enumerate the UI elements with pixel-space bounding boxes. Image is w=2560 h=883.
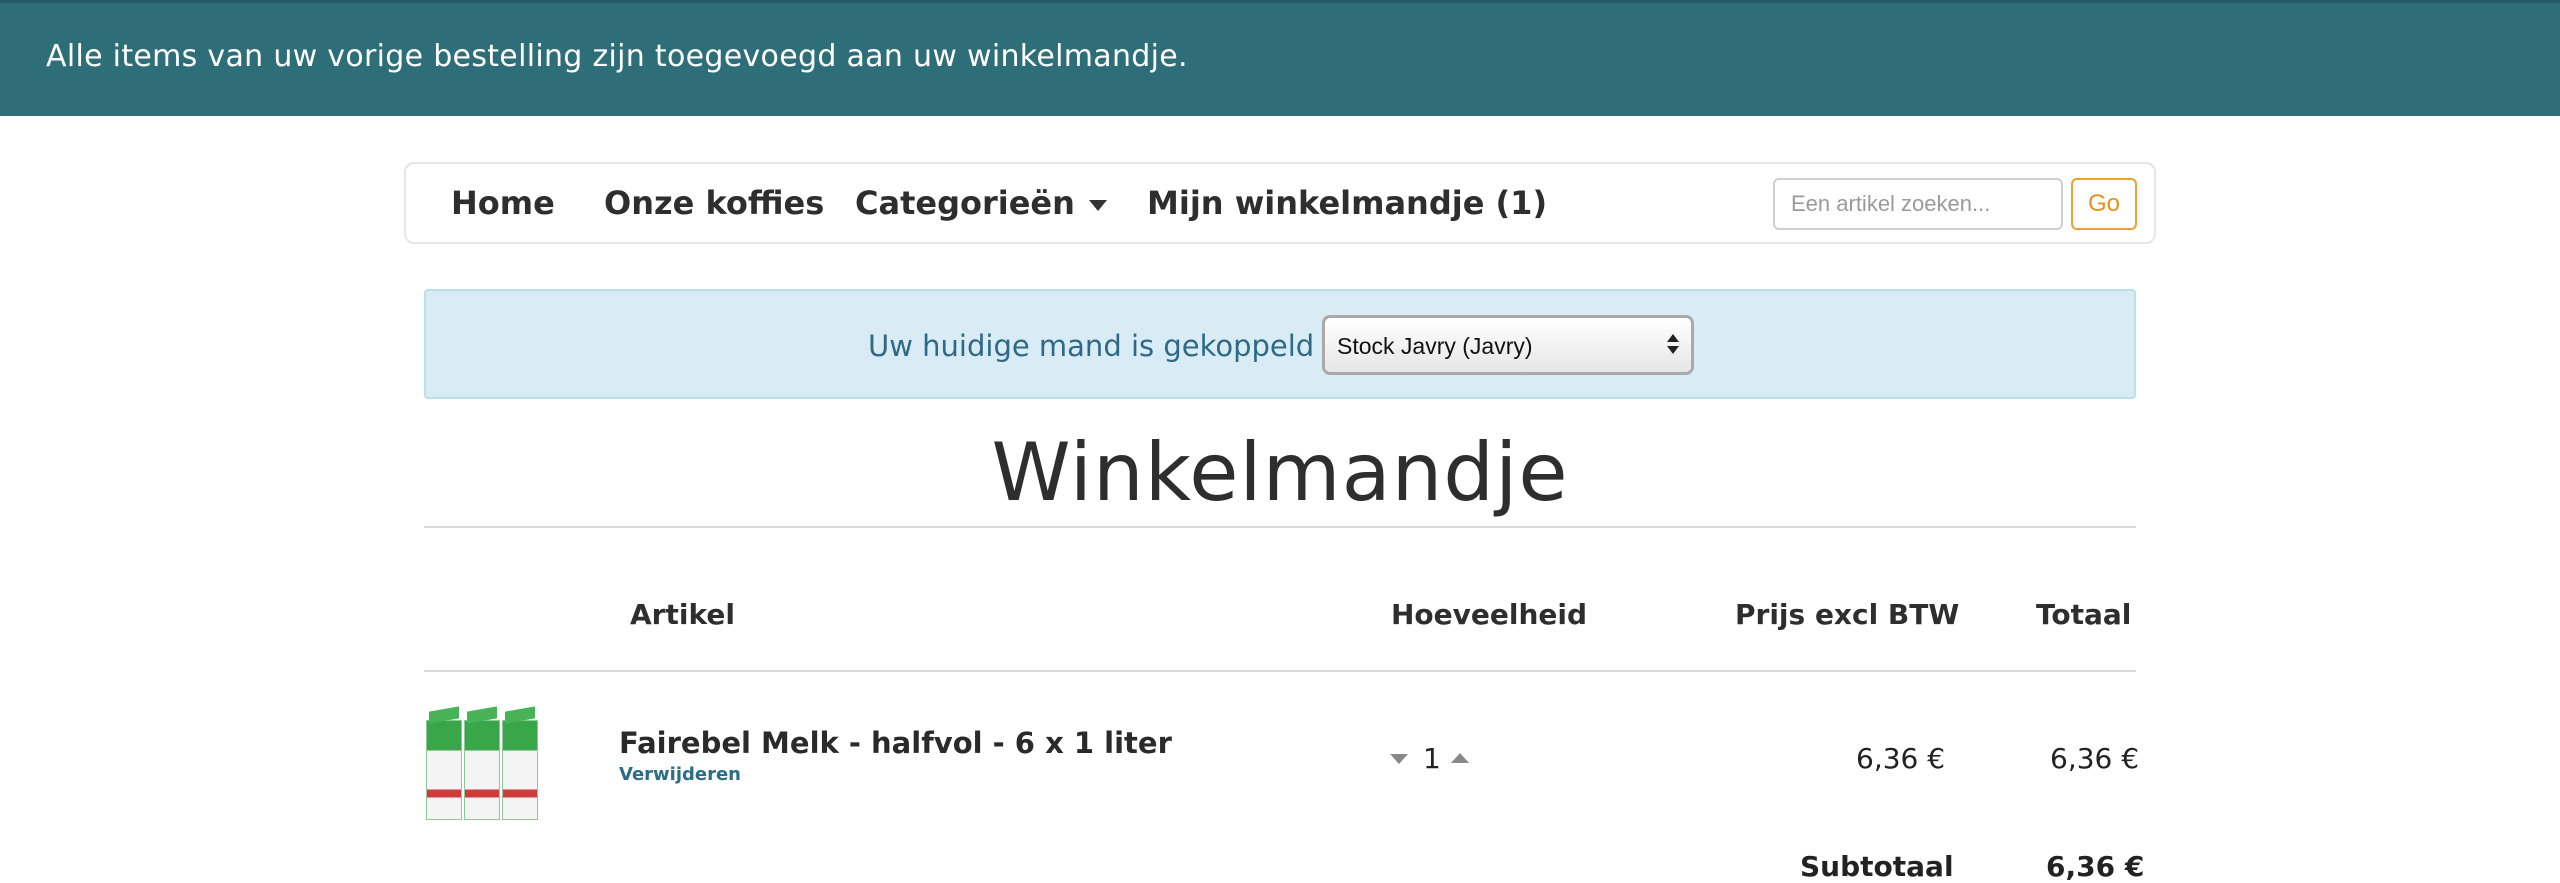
nav-item-mijn-winkelmandje[interactable]: Mijn winkelmandje (1) <box>1147 184 1547 222</box>
notice-banner: Alle items van uw vorige bestelling zijn… <box>0 0 2560 116</box>
nav-item-home[interactable]: Home <box>451 184 555 222</box>
column-header-quantity: Hoeveelheid <box>1391 598 1588 631</box>
nav-item-categorieen-label: Categorieën <box>855 184 1075 222</box>
cart-link-bar: Uw huidige mand is gekoppeld aan Stock J… <box>424 289 2136 399</box>
subtotal-value: 6,36 € <box>2046 850 2145 883</box>
nav-item-categorieen[interactable]: Categorieën <box>855 184 1107 222</box>
cart-link-label: Uw huidige mand is gekoppeld aan <box>868 329 1378 363</box>
chevron-down-icon <box>1088 199 1107 211</box>
item-price: 6,36 € <box>1856 742 1946 775</box>
milk-carton-icon <box>464 720 500 820</box>
product-image[interactable] <box>424 706 540 820</box>
cart-owner-select[interactable]: Stock Javry (Javry) <box>1322 315 1694 375</box>
quantity-value: 1 <box>1423 742 1441 775</box>
column-header-price: Prijs excl BTW <box>1735 598 1960 631</box>
notice-message: Alle items van uw vorige bestelling zijn… <box>46 39 1188 74</box>
column-header-article: Artikel <box>630 598 735 631</box>
search-input[interactable] <box>1773 178 2063 230</box>
nav-item-onze-koffies[interactable]: Onze koffies <box>604 184 824 222</box>
page-title: Winkelmandje <box>991 426 1569 519</box>
quantity-decrease-icon[interactable] <box>1390 754 1408 764</box>
remove-item-link[interactable]: Verwijderen <box>619 764 741 785</box>
cart-owner-selected-value: Stock Javry (Javry) <box>1337 333 1533 359</box>
main-navbar: Home Onze koffies Categorieën Mijn winke… <box>404 162 2156 244</box>
product-name[interactable]: Fairebel Melk - halfvol - 6 x 1 liter <box>619 726 1172 760</box>
milk-carton-icon <box>502 720 538 820</box>
milk-carton-icon <box>426 720 462 820</box>
select-arrows-icon <box>1667 334 1679 360</box>
title-divider <box>424 526 2136 528</box>
header-divider <box>424 670 2136 672</box>
column-header-total: Totaal <box>2036 598 2132 631</box>
search-go-button[interactable]: Go <box>2071 178 2137 230</box>
subtotal-label: Subtotaal <box>1800 850 1954 883</box>
quantity-increase-icon[interactable] <box>1451 753 1469 763</box>
item-total: 6,36 € <box>2050 742 2140 775</box>
